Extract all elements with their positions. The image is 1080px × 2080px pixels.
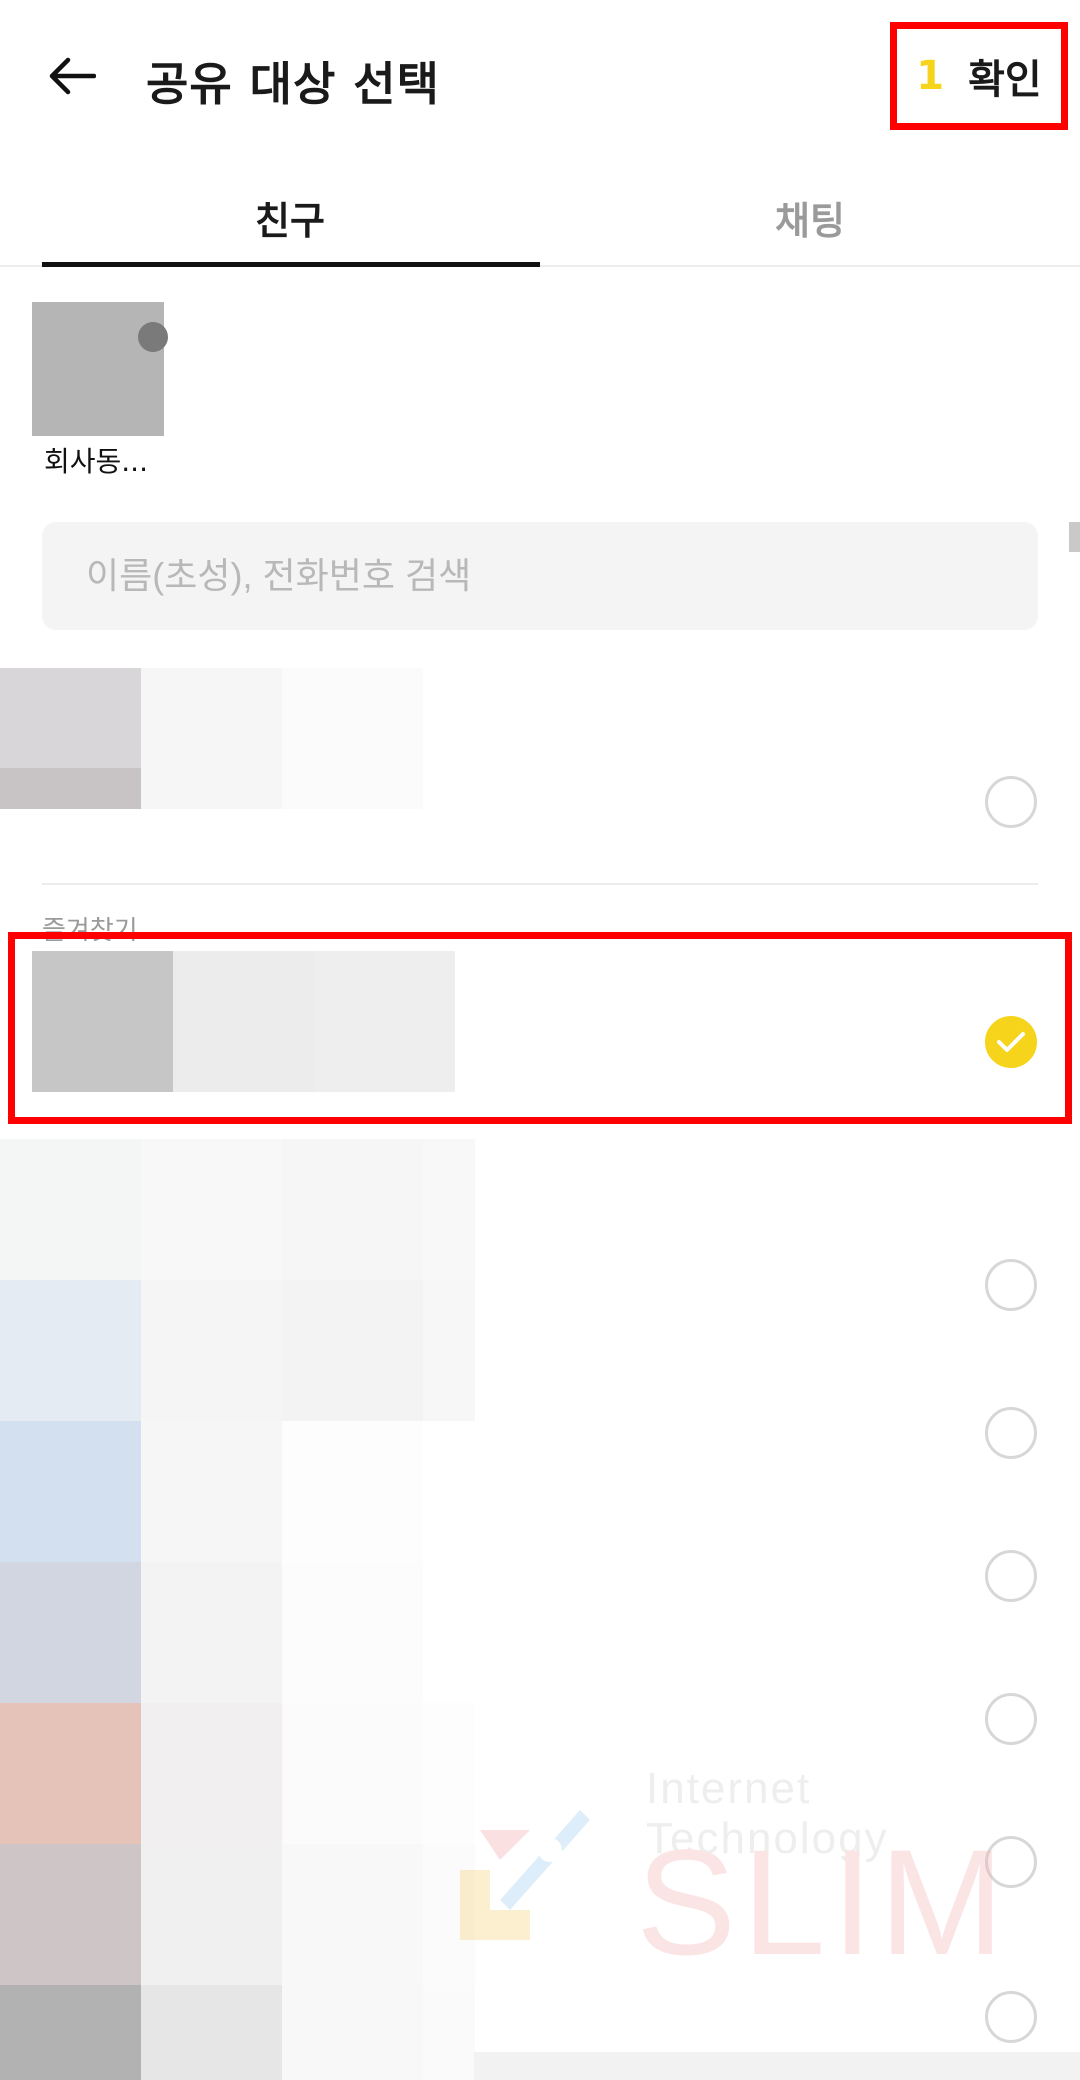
select-radio[interactable] bbox=[985, 1693, 1037, 1745]
friend-name-blurred bbox=[141, 1280, 282, 1421]
watermark: Internet Technology SLIM bbox=[430, 1760, 1060, 2000]
friend-name-blurred bbox=[282, 1562, 423, 1703]
avatar bbox=[0, 1280, 141, 1421]
list-item[interactable] bbox=[0, 668, 1080, 828]
friend-name-blurred bbox=[282, 1421, 423, 1562]
friend-name-blurred bbox=[141, 1562, 282, 1703]
confirm-label: 확인 bbox=[968, 57, 1042, 103]
avatar bbox=[0, 1421, 141, 1562]
avatar bbox=[0, 1985, 141, 2080]
search-field[interactable] bbox=[42, 522, 1038, 630]
select-radio[interactable] bbox=[985, 1407, 1037, 1459]
active-tab-indicator bbox=[42, 262, 540, 267]
list-item[interactable] bbox=[0, 1550, 1080, 1709]
avatar bbox=[0, 1139, 141, 1280]
selected-friend-name: 회사동... bbox=[44, 445, 148, 478]
page-title: 공유 대상 선택 bbox=[146, 57, 440, 111]
friend-name-blurred bbox=[141, 1985, 282, 2080]
friend-name-blurred bbox=[282, 1703, 423, 1844]
friend-name-blurred bbox=[423, 1139, 475, 1280]
avatar bbox=[0, 1844, 141, 1985]
friend-name-blurred bbox=[423, 1280, 475, 1421]
list-item[interactable] bbox=[0, 1139, 1080, 1286]
scrollbar[interactable] bbox=[1069, 522, 1080, 552]
list-item[interactable] bbox=[0, 1259, 1080, 1427]
friend-name-blurred bbox=[282, 668, 423, 809]
watermark-title: SLIM bbox=[636, 1818, 1011, 1986]
bottom-edge-bar bbox=[474, 2052, 1080, 2080]
select-radio[interactable] bbox=[985, 1550, 1037, 1602]
tab-bar: 친구 채팅 bbox=[0, 160, 1080, 267]
friend-name-blurred bbox=[282, 1985, 423, 2080]
remove-selection-icon[interactable] bbox=[138, 322, 168, 352]
avatar bbox=[0, 1703, 141, 1844]
select-radio[interactable] bbox=[985, 776, 1037, 828]
confirm-button[interactable]: 1 확인 bbox=[890, 22, 1068, 130]
tab-chats[interactable]: 채팅 bbox=[562, 190, 1058, 245]
top-app-bar: 공유 대상 선택 1 확인 bbox=[0, 0, 1080, 160]
selected-count-badge: 1 bbox=[916, 53, 945, 99]
search-input[interactable] bbox=[42, 522, 1038, 630]
avatar bbox=[32, 302, 164, 436]
friend-name-blurred bbox=[282, 1280, 423, 1421]
friend-name-blurred bbox=[141, 1703, 282, 1844]
back-button[interactable] bbox=[42, 46, 102, 106]
selected-friend-chip[interactable] bbox=[32, 302, 166, 436]
tab-friends[interactable]: 친구 bbox=[42, 190, 538, 245]
friend-name-blurred bbox=[141, 1421, 282, 1562]
avatar bbox=[0, 668, 141, 809]
selection-highlight-box bbox=[8, 932, 1072, 1124]
avatar bbox=[0, 1562, 141, 1703]
rocket-logo-icon bbox=[460, 1810, 590, 1940]
friend-name-blurred bbox=[141, 1139, 282, 1280]
list-item[interactable] bbox=[0, 1407, 1080, 1568]
select-radio[interactable] bbox=[985, 1259, 1037, 1311]
friend-name-blurred bbox=[141, 1844, 282, 1985]
divider bbox=[42, 883, 1038, 885]
friend-name-blurred bbox=[141, 668, 282, 809]
friend-name-blurred bbox=[282, 1844, 423, 1985]
friend-name-blurred bbox=[282, 1139, 423, 1280]
arrow-left-icon bbox=[49, 57, 96, 95]
